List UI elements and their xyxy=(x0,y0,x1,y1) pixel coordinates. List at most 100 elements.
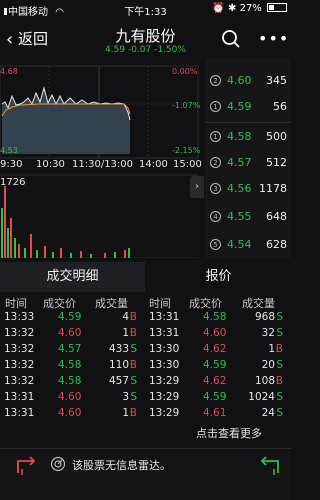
quote-divider xyxy=(205,122,291,123)
bid-index: 4 xyxy=(210,211,221,222)
ask-row: 1 4.59 56 xyxy=(205,96,291,118)
volume-label: 1726 xyxy=(0,177,26,188)
bid-index: 2 xyxy=(210,157,221,168)
trade-price: 4.59 xyxy=(203,359,227,371)
ask-volume: 345 xyxy=(266,74,287,87)
trade-price: 4.59 xyxy=(203,391,227,403)
bid-volume: 648 xyxy=(266,210,287,223)
trade-volume: 1024 xyxy=(248,391,275,403)
trade-side: B xyxy=(275,343,283,355)
trade-side: S xyxy=(276,311,283,323)
collapse-panel-button[interactable]: › xyxy=(190,176,204,198)
trade-volume: 968 xyxy=(254,311,275,323)
trade-time: 13:29 xyxy=(149,375,180,387)
price-change: 4.59 -0.07 -1.50% xyxy=(105,45,186,55)
more-icon[interactable]: ••• xyxy=(258,31,289,47)
trade-row: 13:29 4.61 24 S xyxy=(0,407,291,423)
pct-label-bottom: -2.15% xyxy=(172,146,201,155)
price-label-top: 4.68 xyxy=(0,67,18,76)
trade-price: 4.62 xyxy=(203,375,227,387)
tab-trade-details[interactable]: 成交明细 xyxy=(0,262,145,292)
trade-volume: 20 xyxy=(261,359,275,371)
quote-panel: 2 4.60 345 1 4.59 56 1 4.58 500 2 4.57 5… xyxy=(205,58,291,258)
trade-row: 13:29 4.59 1024 S xyxy=(0,391,291,407)
ask-index: 2 xyxy=(210,75,221,86)
status-right: ⏰ ✱ 27% xyxy=(212,3,287,14)
bid-price: 4.54 xyxy=(227,238,252,251)
bid-row: 2 4.57 512 xyxy=(205,152,291,174)
bid-volume: 628 xyxy=(266,238,287,251)
col-header-volume: 成交量 xyxy=(95,297,128,310)
chart-svg xyxy=(0,65,199,258)
radar-message: 该股票无信息雷达。 xyxy=(72,459,171,472)
trade-side: S xyxy=(276,327,283,339)
ask-index: 1 xyxy=(210,101,221,112)
col-header-time: 时间 xyxy=(5,297,27,310)
trade-volume: 32 xyxy=(261,327,275,339)
col-header-price: 成交价 xyxy=(43,297,76,310)
trade-row: 13:29 4.62 108 B xyxy=(0,375,291,391)
col-header-volume: 成交量 xyxy=(242,297,275,310)
trade-side: S xyxy=(276,407,283,419)
battery-icon xyxy=(267,3,287,12)
time-label-5: 15:00 xyxy=(173,159,202,170)
time-label-1: 9:30 xyxy=(0,159,23,170)
trade-time: 13:31 xyxy=(149,327,180,339)
bid-row: 1 4.58 500 xyxy=(205,126,291,148)
page-title: 九有股份 xyxy=(115,27,176,45)
trade-volume: 108 xyxy=(254,375,275,387)
bottom-bar: 该股票无信息雷达。 xyxy=(0,448,291,500)
bluetooth-icon: ✱ xyxy=(228,3,237,14)
trade-price: 4.58 xyxy=(203,311,227,323)
status-bar: 中国移动 ◠ 下午1:33 ⏰ ✱ 27% xyxy=(0,0,291,20)
ask-price: 4.59 xyxy=(227,100,252,113)
bid-price: 4.57 xyxy=(227,156,252,169)
bid-row: 4 4.55 648 xyxy=(205,206,291,228)
trade-row: 13:30 4.59 20 S xyxy=(0,359,291,375)
trade-time: 13:29 xyxy=(149,391,180,403)
search-icon[interactable] xyxy=(221,29,241,49)
trade-price: 4.60 xyxy=(203,327,227,339)
trade-side: S xyxy=(276,391,283,403)
bid-volume: 500 xyxy=(266,130,287,143)
bid-volume: 512 xyxy=(266,156,287,169)
trade-time: 13:30 xyxy=(149,359,180,371)
trade-action-icon[interactable] xyxy=(256,455,282,477)
pct-label-mid: -1.07% xyxy=(172,101,201,110)
time-label-4: 14:00 xyxy=(139,159,168,170)
trade-side: B xyxy=(275,375,283,387)
bid-price: 4.55 xyxy=(227,210,252,223)
ask-volume: 56 xyxy=(273,100,287,113)
trade-price: 4.61 xyxy=(203,407,227,419)
time-label-3: 11:30/13:00 xyxy=(72,159,134,170)
time-label-2: 10:30 xyxy=(36,159,65,170)
bid-price: 4.58 xyxy=(227,130,252,143)
bid-row: 5 4.54 628 xyxy=(205,234,291,256)
trade-flip-icon[interactable] xyxy=(14,455,40,477)
col-header-price: 成交价 xyxy=(189,297,222,310)
volume-bars xyxy=(1,186,130,258)
intraday-chart[interactable]: 4.68 4.53 0.00% -1.07% -2.15% 9:30 10:30… xyxy=(0,58,205,258)
bid-index: 5 xyxy=(210,239,221,250)
view-more-link[interactable]: 点击查看更多 xyxy=(196,425,262,441)
trade-volume: 1 xyxy=(268,343,275,355)
tab-quotes[interactable]: 报价 xyxy=(146,262,291,292)
trade-time: 13:29 xyxy=(149,407,180,419)
price-area xyxy=(2,88,130,154)
bid-row: 3 4.56 1178 xyxy=(205,178,291,200)
trade-row: 13:31 4.60 32 S xyxy=(0,327,291,343)
bid-index: 1 xyxy=(210,131,221,142)
trade-time: 13:30 xyxy=(149,343,180,355)
trade-row: 13:31 4.58 968 S xyxy=(0,311,291,327)
bid-price: 4.56 xyxy=(227,182,252,195)
price-label-bottom: 4.53 xyxy=(0,146,18,155)
nav-header: ‹ 返回 九有股份 4.59 -0.07 -1.50% ••• xyxy=(0,20,291,60)
ask-price: 4.60 xyxy=(227,74,252,87)
ask-row: 2 4.60 345 xyxy=(205,70,291,92)
battery-percent: 27% xyxy=(239,3,262,14)
trade-price: 4.62 xyxy=(203,343,227,355)
detail-tabs: 成交明细 报价 xyxy=(0,262,291,292)
trade-time: 13:31 xyxy=(149,311,180,323)
bid-volume: 1178 xyxy=(259,182,287,195)
bid-index: 3 xyxy=(210,183,221,194)
